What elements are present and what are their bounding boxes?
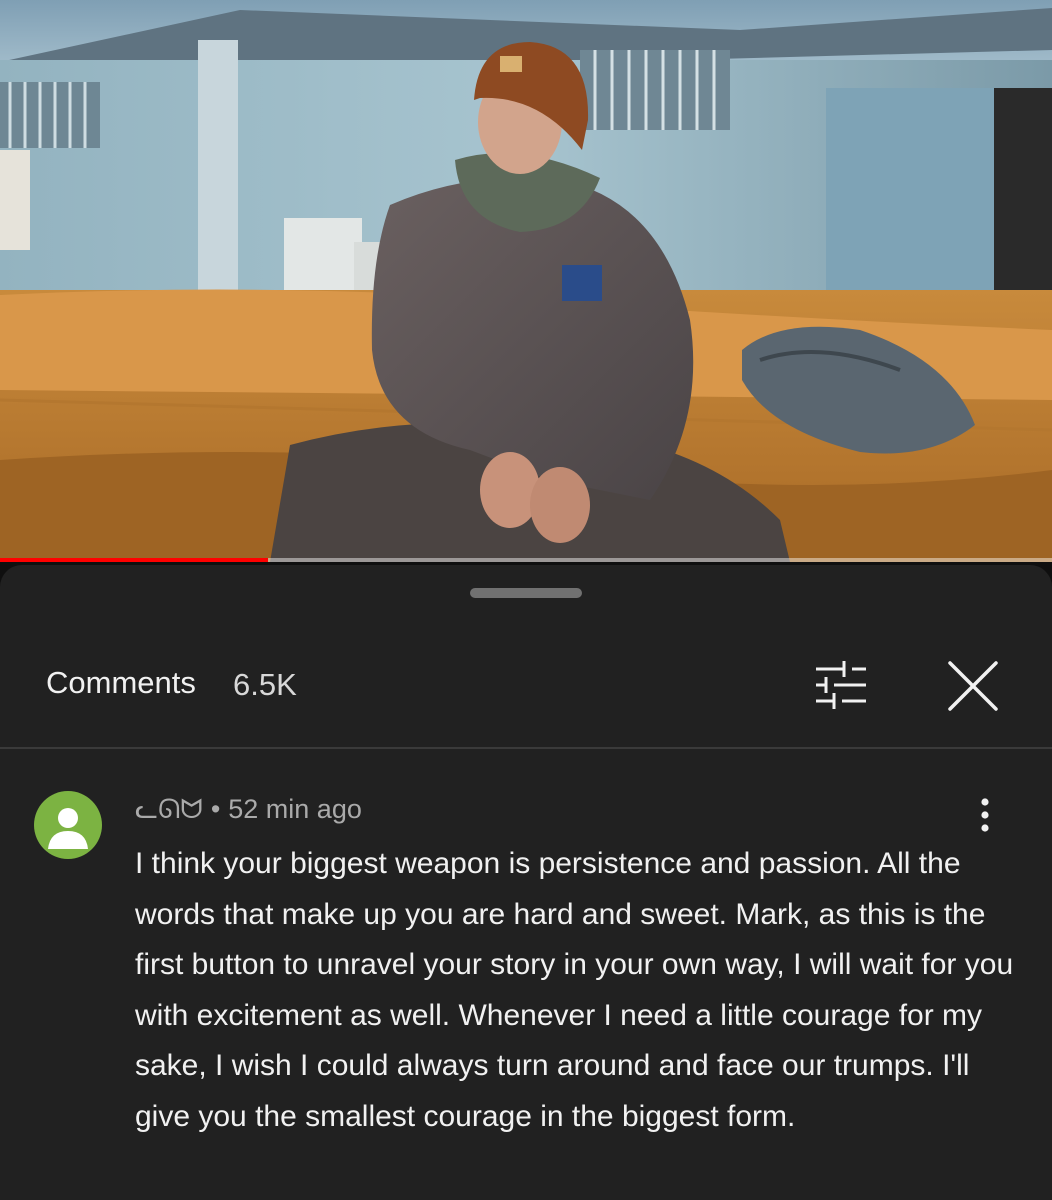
comment-timestamp: 52 min ago <box>228 794 362 824</box>
comment-item: ᓚᘏᗢ • 52 min ago I think your biggest weap… <box>0 749 1052 1200</box>
comment-meta: ᓚᘏᗢ • 52 min ago <box>135 794 362 826</box>
comments-title: Comments <box>46 665 196 700</box>
comment-text: I think your biggest weapon is persisten… <box>135 847 1014 1133</box>
sliders-icon <box>816 661 866 709</box>
more-vert-icon <box>981 798 989 832</box>
sort-filter-button[interactable] <box>806 655 872 715</box>
meta-separator: • <box>210 794 221 824</box>
close-button[interactable] <box>940 653 1006 719</box>
comment-more-button[interactable] <box>968 793 1002 837</box>
comments-header: Comments 6.5K <box>0 625 1052 745</box>
video-frame-image <box>0 0 1052 562</box>
default-user-icon <box>48 808 88 849</box>
comment-author[interactable]: ᓚᘏᗢ <box>135 794 203 824</box>
video-player[interactable] <box>0 0 1052 562</box>
avatar[interactable] <box>34 791 102 859</box>
drag-handle[interactable] <box>470 588 582 598</box>
close-icon <box>948 661 998 711</box>
video-progress-bar[interactable] <box>0 558 1052 562</box>
video-progress-played <box>0 558 269 562</box>
comments-count: 6.5K <box>233 667 297 702</box>
comments-panel: Comments 6.5K ᓚᘏᗢ • 52 min ago I think y… <box>0 565 1052 1200</box>
